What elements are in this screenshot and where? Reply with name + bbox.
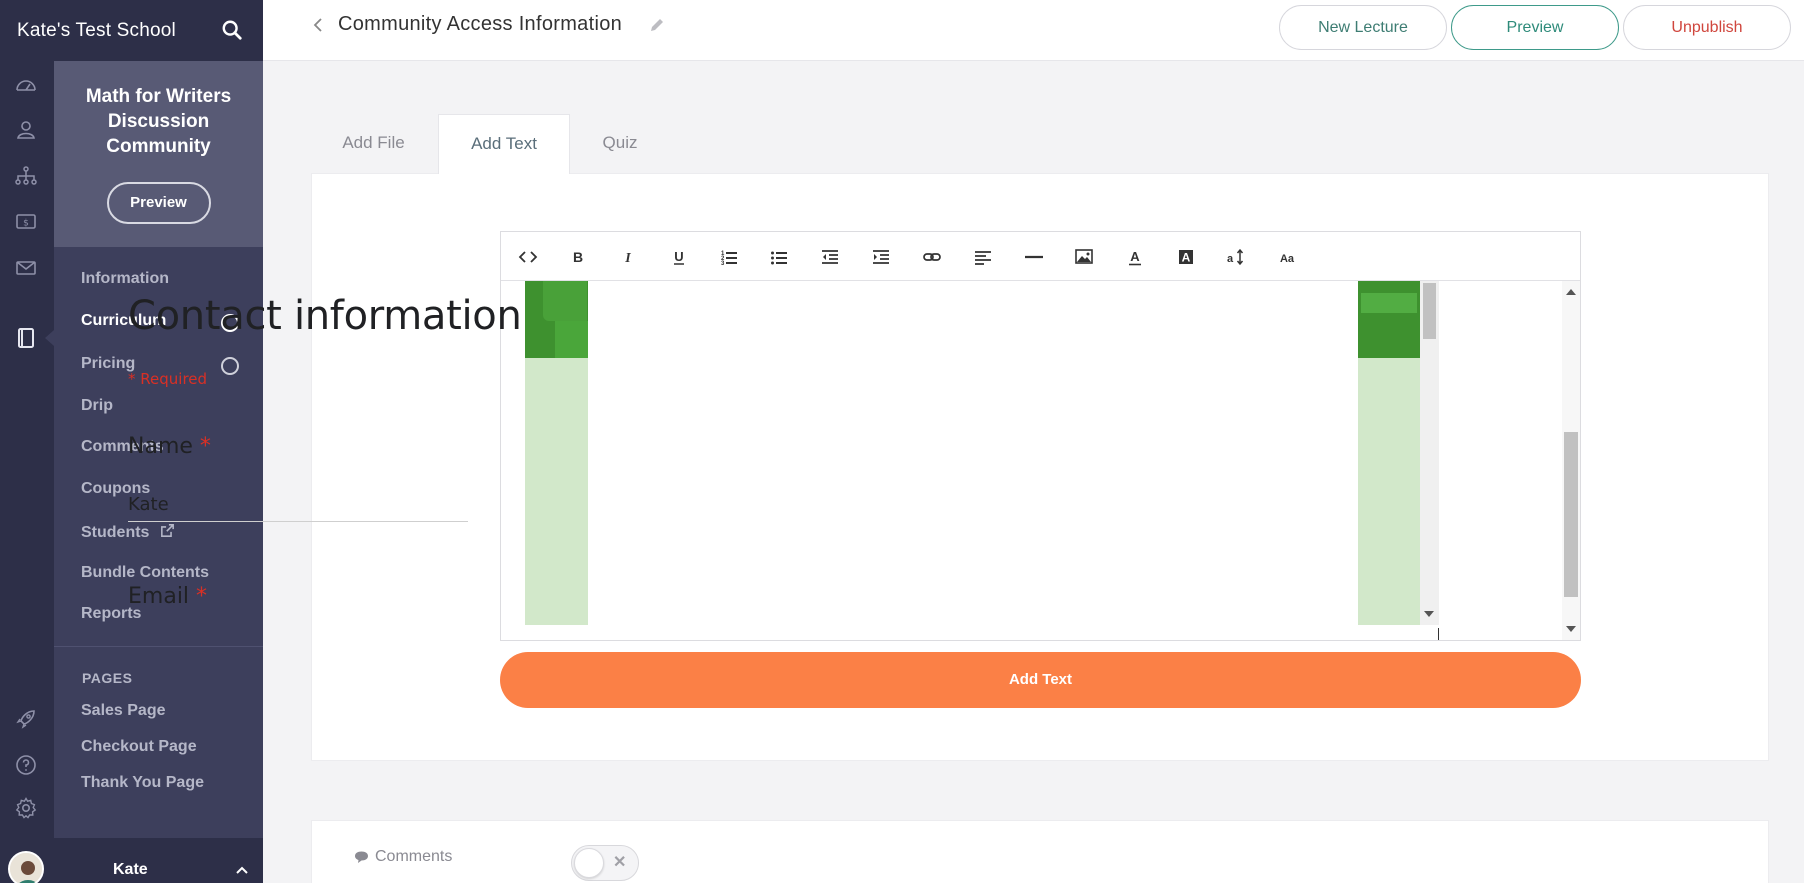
comments-bubble-icon [354,851,369,864]
sidebar-page-checkout[interactable]: Checkout Page [81,738,197,756]
course-title: Math for Writers Discussion Community [85,86,232,157]
text-color-icon[interactable]: A [1122,245,1148,269]
comments-card [311,820,1769,883]
rocket-icon[interactable] [13,706,39,732]
svg-text:I: I [624,251,631,266]
required-star: * [199,434,211,459]
background-color-icon[interactable]: A [1173,245,1199,269]
required-star: * [196,584,208,609]
embedded-form-scroll-thumb[interactable] [1423,283,1436,339]
scroll-up-arrow-icon[interactable] [1566,289,1576,295]
pages-heading: PAGES [82,670,133,686]
editor-toolbar: B I U 123 A A a Aa [501,232,1580,281]
embedded-form-frame[interactable] [525,281,1439,625]
scroll-down-arrow-icon[interactable] [1424,611,1434,617]
sidebar-item-information[interactable]: Information [81,270,169,288]
question-name-text: Name [128,434,193,459]
svg-text:U: U [674,249,683,264]
question-name-label: Name * [128,434,211,459]
pencil-icon[interactable] [648,16,666,34]
question-email-label: Email * [128,584,207,609]
dashboard-icon[interactable] [13,73,39,99]
search-icon[interactable] [221,19,243,41]
svg-text:a: a [1227,253,1234,265]
question-email-text: Email [128,584,190,609]
pricing-status-circle-icon [221,357,239,375]
sidebar-page-thank-you[interactable]: Thank You Page [81,774,204,792]
users-icon[interactable] [13,117,39,143]
sidebar-page-sales[interactable]: Sales Page [81,702,166,720]
line-height-icon[interactable]: a [1223,245,1249,269]
sidebar-item-students-label: Students [81,524,150,541]
user-name[interactable]: Kate [113,861,148,879]
tab-add-text[interactable]: Add Text [438,114,570,174]
external-link-icon [160,524,174,537]
chevron-up-icon[interactable] [234,862,250,878]
name-field[interactable]: Kate [128,494,468,522]
toggle-knob[interactable] [574,848,604,878]
close-x-icon: ✕ [613,854,627,871]
svg-text:Aa: Aa [1280,253,1295,265]
tab-add-file[interactable]: Add File [311,114,436,174]
new-lecture-button[interactable]: New Lecture [1279,5,1447,50]
align-left-icon[interactable] [970,245,996,269]
comments-label: Comments [375,848,453,865]
editor-scroll-thumb[interactable] [1564,432,1578,597]
active-section-marker [45,330,54,346]
form-header-decoration [555,321,588,358]
sidebar-divider [54,646,263,647]
svg-text:A: A [1182,251,1191,265]
svg-text:B: B [573,249,583,265]
unpublish-button[interactable]: Unpublish [1623,5,1791,50]
svg-text:A: A [1130,249,1140,264]
link-icon[interactable] [919,245,945,269]
form-paper [588,281,1358,625]
rich-text-editor[interactable]: B I U 123 A A a Aa [500,231,1581,641]
image-icon[interactable] [1071,245,1097,269]
italic-icon[interactable]: I [615,245,641,269]
ordered-list-icon[interactable]: 123 [716,245,742,269]
add-text-submit-button[interactable]: Add Text [500,652,1581,708]
page-title: Community Access Information [338,13,623,35]
form-title: Contact information [128,293,522,339]
preview-button[interactable]: Preview [1451,5,1619,50]
chevron-left-icon[interactable] [309,16,327,34]
courses-icon[interactable] [13,325,39,351]
settings-gear-icon[interactable] [13,795,39,821]
school-bar: Kate's Test School [0,0,263,61]
horizontal-rule-icon[interactable] [1021,245,1047,269]
code-view-icon[interactable] [515,245,541,269]
sitemap-icon[interactable] [13,163,39,189]
svg-text:$: $ [23,219,29,229]
sidebar-item-students[interactable]: Students [81,522,176,542]
help-icon[interactable] [13,752,39,778]
bold-icon[interactable]: B [565,245,591,269]
sidebar-item-drip[interactable]: Drip [81,397,113,415]
course-header: Math for Writers Discussion Community Pr… [54,61,263,247]
sidebar-item-bundle-contents[interactable]: Bundle Contents [81,564,209,582]
school-name[interactable]: Kate's Test School [17,20,176,42]
user-avatar[interactable] [8,851,44,883]
form-header-decoration [1361,293,1417,313]
sales-icon[interactable]: $ [13,208,39,234]
svg-text:3: 3 [721,261,725,267]
indent-icon[interactable] [868,245,894,269]
course-preview-button[interactable]: Preview [106,182,211,224]
form-header-decoration [543,281,587,321]
mail-icon[interactable] [13,255,39,281]
unordered-list-icon[interactable] [766,245,792,269]
outdent-icon[interactable] [817,245,843,269]
font-size-icon[interactable]: Aa [1274,245,1300,269]
text-cursor [1438,628,1439,640]
form-required-note: * Required [128,370,208,388]
course-sidebar: Math for Writers Discussion Community Pr… [54,61,263,883]
underline-icon[interactable]: U [666,245,692,269]
scroll-down-arrow-icon[interactable] [1566,626,1576,632]
comments-toggle[interactable]: ✕ [571,845,639,881]
tab-quiz[interactable]: Quiz [572,114,668,174]
